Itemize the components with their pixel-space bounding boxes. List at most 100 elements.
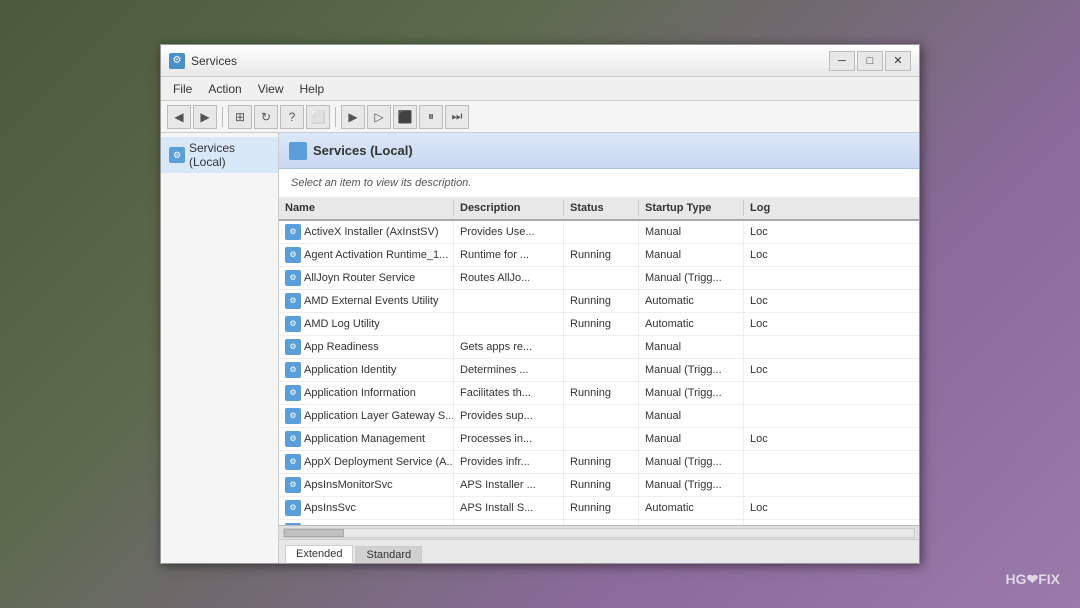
table-row[interactable]: ⚙ActiveX Installer (AxInstSV) Provides U… [279,221,919,244]
menu-file[interactable]: File [165,80,200,98]
service-status-10: Running [564,451,639,473]
table-row[interactable]: ⚙ApsInsSvc APS Install S... Running Auto… [279,497,919,520]
restart-button[interactable]: ⏭ [445,105,469,129]
service-name-8: ⚙Application Layer Gateway S... [279,405,454,427]
service-log-7 [744,382,784,404]
table-row[interactable]: ⚙ApsInsMonitorSvc APS Installer ... Runn… [279,474,919,497]
refresh-button[interactable]: ↻ [254,105,278,129]
table-row[interactable]: ⚙Application Layer Gateway S... Provides… [279,405,919,428]
maximize-button[interactable]: □ [857,51,883,71]
table-row[interactable]: ⚙Application Information Facilitates th.… [279,382,919,405]
menu-bar: File Action View Help [161,77,919,101]
scroll-thumb[interactable] [284,529,344,537]
table-row[interactable]: ⚙Application Management Processes in... … [279,428,919,451]
service-status-8 [564,405,639,427]
col-header-startup[interactable]: Startup Type [639,200,744,216]
service-log-6: Loc [744,359,784,381]
service-name-3: ⚙AMD External Events Utility [279,290,454,312]
service-status-2 [564,267,639,289]
service-startup-8: Manual [639,405,744,427]
service-desc-10: Provides infr... [454,451,564,473]
export-button[interactable]: ⬜ [306,105,330,129]
service-desc-6: Determines ... [454,359,564,381]
service-log-0: Loc [744,221,784,243]
start-button[interactable]: ▶ [341,105,365,129]
service-icon-11: ⚙ [285,477,301,493]
service-name-5: ⚙App Readiness [279,336,454,358]
service-log-4: Loc [744,313,784,335]
back-button[interactable]: ◀ [167,105,191,129]
tab-extended[interactable]: Extended [285,545,353,563]
service-icon-3: ⚙ [285,293,301,309]
table-row[interactable]: ⚙Application Identity Determines ... Man… [279,359,919,382]
services-local-item[interactable]: ⚙ Services (Local) [161,137,278,173]
table-row[interactable]: ⚙App Readiness Gets apps re... Manual [279,336,919,359]
service-log-10 [744,451,784,473]
service-icon-7: ⚙ [285,385,301,401]
tabs-bar: ExtendedStandard [279,539,919,563]
services-local-icon: ⚙ [169,147,185,163]
col-header-log[interactable]: Log [744,200,784,216]
service-status-11: Running [564,474,639,496]
minimize-button[interactable]: ─ [829,51,855,71]
service-startup-7: Manual (Trigg... [639,382,744,404]
view-button[interactable]: ⊞ [228,105,252,129]
service-desc-7: Facilitates th... [454,382,564,404]
stop-button[interactable]: ⬛ [393,105,417,129]
horizontal-scrollbar[interactable] [279,525,919,539]
toolbar: ◀ ▶ ⊞ ↻ ? ⬜ ▶ ▷ ⬛ ⏸ ⏭ [161,101,919,133]
table-row[interactable]: ⚙AllJoyn Router Service Routes AllJo... … [279,267,919,290]
scroll-track[interactable] [283,528,915,538]
left-panel: ⚙ Services (Local) [161,133,279,563]
service-desc-8: Provides sup... [454,405,564,427]
service-desc-5: Gets apps re... [454,336,564,358]
select-text: Select an item to view its description. [279,169,919,197]
pause-button[interactable]: ⏸ [419,105,443,129]
service-log-8 [744,405,784,427]
app-icon: ⚙ [169,53,185,69]
main-window: ⚙ Services ─ □ ✕ File Action View Help ◀… [160,44,920,564]
help-btn[interactable]: ? [280,105,304,129]
right-panel: Services (Local) Select an item to view … [279,133,919,563]
service-icon-1: ⚙ [285,247,301,263]
panel-header-text: Services (Local) [313,143,413,158]
service-name-11: ⚙ApsInsMonitorSvc [279,474,454,496]
service-desc-3 [454,290,564,312]
close-button[interactable]: ✕ [885,51,911,71]
service-status-4: Running [564,313,639,335]
forward-button[interactable]: ▶ [193,105,217,129]
service-log-11 [744,474,784,496]
service-desc-11: APS Installer ... [454,474,564,496]
watermark: HG❤FIX [1005,571,1060,588]
service-desc-4 [454,313,564,335]
menu-help[interactable]: Help [292,80,333,98]
table-row[interactable]: ⚙AMD External Events Utility Running Aut… [279,290,919,313]
col-header-name[interactable]: Name [279,200,454,216]
service-startup-10: Manual (Trigg... [639,451,744,473]
panel-header-icon [289,142,307,160]
service-name-0: ⚙ActiveX Installer (AxInstSV) [279,221,454,243]
table-row[interactable]: ⚙AMD Log Utility Running Automatic Loc [279,313,919,336]
menu-view[interactable]: View [250,80,292,98]
service-desc-1: Runtime for ... [454,244,564,266]
menu-action[interactable]: Action [200,80,249,98]
service-name-10: ⚙AppX Deployment Service (A... [279,451,454,473]
service-status-5 [564,336,639,358]
table-row[interactable]: ⚙AppX Deployment Service (A... Provides … [279,451,919,474]
service-desc-12: APS Install S... [454,497,564,519]
resume-button[interactable]: ▷ [367,105,391,129]
table-row[interactable]: ⚙Agent Activation Runtime_1... Runtime f… [279,244,919,267]
col-header-desc[interactable]: Description [454,200,564,216]
service-name-9: ⚙Application Management [279,428,454,450]
table-body: ⚙ActiveX Installer (AxInstSV) Provides U… [279,221,919,525]
service-status-7: Running [564,382,639,404]
tab-standard[interactable]: Standard [355,546,422,563]
service-name-1: ⚙Agent Activation Runtime_1... [279,244,454,266]
service-icon-5: ⚙ [285,339,301,355]
service-log-5 [744,336,784,358]
service-status-6 [564,359,639,381]
service-startup-0: Manual [639,221,744,243]
service-icon-6: ⚙ [285,362,301,378]
col-header-status[interactable]: Status [564,200,639,216]
service-desc-2: Routes AllJo... [454,267,564,289]
